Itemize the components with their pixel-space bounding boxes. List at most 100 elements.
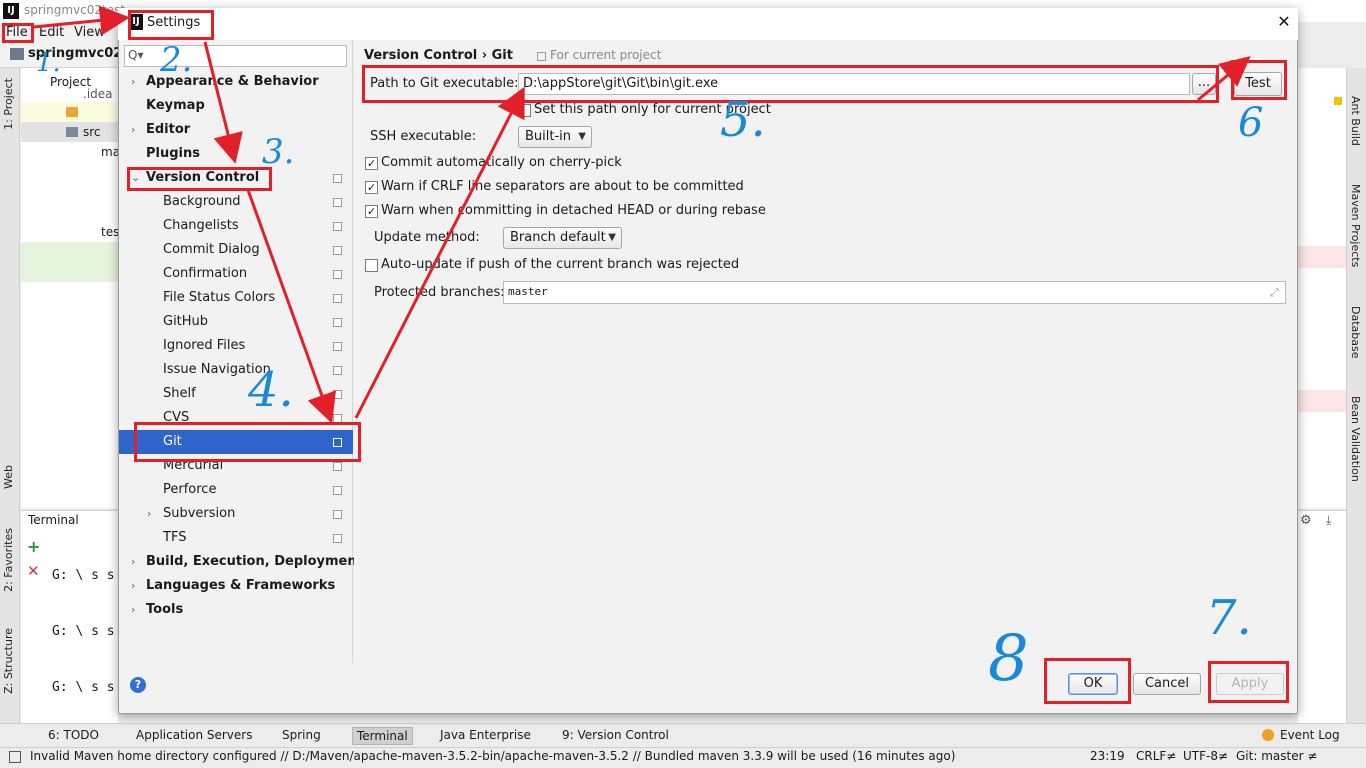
settings-search-input[interactable]	[124, 45, 347, 67]
tree-item[interactable]: ma	[21, 142, 120, 162]
status-line-separator[interactable]: CRLF≠	[1136, 749, 1176, 763]
current-project-checkbox[interactable]	[518, 104, 531, 117]
nav-build-execution[interactable]: › Build, Execution, Deployment	[119, 550, 363, 574]
auto-update-checkbox[interactable]	[365, 259, 378, 272]
nav-label: Git	[163, 434, 182, 449]
nav-vc-confirmation[interactable]: Confirmation	[119, 262, 353, 286]
tree-item[interactable]: out	[21, 102, 165, 122]
nav-plugins[interactable]: Plugins	[119, 142, 353, 166]
nav-label: Changelists	[163, 218, 239, 233]
nav-appearance-behavior[interactable]: › Appearance & Behavior	[119, 70, 353, 94]
nav-vc-subversion[interactable]: › Subversion	[119, 502, 353, 526]
terminal-line: G: \ s s	[52, 680, 115, 695]
nav-version-control[interactable]: ⌄ Version Control	[119, 166, 353, 190]
settings-gear-icon[interactable]: ⚙	[1300, 513, 1312, 528]
chevron-right-icon: ›	[131, 603, 136, 616]
tab-terminal[interactable]: Terminal	[352, 727, 413, 745]
tab-version-control[interactable]: 9: Version Control	[558, 727, 673, 745]
nav-vc-shelf[interactable]: Shelf	[119, 382, 353, 406]
tool-database-tab[interactable]: Database	[1349, 306, 1362, 359]
nav-label: Issue Navigation	[163, 362, 271, 377]
nav-vc-background[interactable]: Background	[119, 190, 353, 214]
nav-label: TFS	[163, 530, 187, 545]
tree-item[interactable]: tes	[21, 222, 119, 242]
tab-application-servers[interactable]: Application Servers	[132, 727, 256, 745]
nav-vc-commit-dialog[interactable]: Commit Dialog	[119, 238, 353, 262]
cancel-button[interactable]: Cancel	[1133, 673, 1201, 695]
close-session-icon[interactable]: ✕	[27, 562, 40, 580]
ok-button[interactable]: OK	[1068, 673, 1118, 695]
ssh-select[interactable]: Built-in ▼	[518, 126, 592, 148]
nav-vc-issue-navigation[interactable]: Issue Navigation	[119, 358, 353, 382]
tree-item[interactable]: src	[21, 122, 118, 142]
nav-label: Version Control	[146, 170, 260, 185]
tool-web-tab[interactable]: Web	[2, 465, 15, 489]
browse-button[interactable]: ...	[1192, 73, 1216, 95]
nav-label: Commit Dialog	[163, 242, 260, 257]
close-icon[interactable]: ✕	[1274, 12, 1294, 32]
nav-label: Ignored Files	[163, 338, 246, 353]
update-method-value: Branch default	[510, 230, 606, 245]
tool-project-tab[interactable]: 1: Project	[2, 78, 15, 130]
nav-vc-git[interactable]: Git	[119, 430, 353, 454]
status-message[interactable]: Invalid Maven home directory configured …	[30, 749, 955, 763]
toggle-tool-windows-icon[interactable]	[9, 751, 21, 763]
apply-button[interactable]: Apply	[1216, 673, 1284, 695]
project-scope-icon	[333, 294, 342, 303]
tool-ant-build-tab[interactable]: Ant Build	[1349, 96, 1362, 146]
update-method-select[interactable]: Branch default ▼	[503, 227, 622, 249]
nav-vc-mercurial[interactable]: Mercurial	[119, 454, 353, 478]
expand-icon[interactable]: ⤢	[1270, 286, 1279, 300]
menu-file[interactable]: File	[6, 25, 28, 40]
scope-label: For current project	[550, 48, 662, 62]
status-git-branch[interactable]: Git: master ≠	[1236, 749, 1317, 763]
new-session-icon[interactable]: +	[27, 537, 40, 556]
status-caret-position[interactable]: 23:19	[1090, 749, 1125, 763]
tool-maven-tab[interactable]: Maven Projects	[1349, 184, 1362, 267]
nav-tools[interactable]: › Tools	[119, 598, 353, 622]
nav-label: Languages & Frameworks	[146, 578, 336, 593]
nav-vc-changelists[interactable]: Changelists	[119, 214, 353, 238]
tab-todo[interactable]: 6: TODO	[44, 727, 103, 745]
cherry-pick-checkbox[interactable]: ✓	[365, 157, 378, 170]
tab-java-enterprise[interactable]: Java Enterprise	[436, 727, 535, 745]
crlf-warn-label: Warn if CRLF line separators are about t…	[381, 179, 744, 194]
tab-spring[interactable]: Spring	[278, 727, 325, 745]
nav-keymap[interactable]: Keymap	[119, 94, 353, 118]
search-icon: Q▾	[128, 48, 144, 62]
help-icon[interactable]: ?	[130, 677, 146, 693]
nav-vc-cvs[interactable]: CVS	[119, 406, 353, 430]
status-encoding[interactable]: UTF-8≠	[1183, 749, 1228, 763]
tool-bean-validation-tab[interactable]: Bean Validation	[1349, 396, 1362, 482]
nav-vc-ignored-files[interactable]: Ignored Files	[119, 334, 353, 358]
project-scope-icon	[333, 270, 342, 279]
editor-area	[1298, 68, 1346, 508]
nav-vc-file-status-colors[interactable]: File Status Colors	[119, 286, 353, 310]
nav-label: Perforce	[163, 482, 217, 497]
tab-event-log[interactable]: Event Log	[1276, 727, 1344, 745]
protected-branches-input[interactable]: master	[503, 281, 1286, 304]
nav-languages-frameworks[interactable]: › Languages & Frameworks	[119, 574, 353, 598]
hide-panel-icon[interactable]: ⤓	[1326, 513, 1331, 528]
detached-head-checkbox[interactable]: ✓	[365, 205, 378, 218]
terminal-title: Terminal	[28, 513, 79, 527]
git-path-input[interactable]: D:\appStore\git\Git\bin\git.exe	[518, 73, 1190, 95]
menu-view[interactable]: View	[74, 25, 105, 40]
project-scope-icon	[333, 390, 342, 399]
warning-marker	[1334, 97, 1342, 105]
tool-favorites-tab[interactable]: 2: Favorites	[2, 528, 15, 592]
tool-structure-tab[interactable]: Z: Structure	[2, 628, 15, 694]
nav-vc-tfs[interactable]: TFS	[119, 526, 353, 550]
test-button[interactable]: Test	[1234, 72, 1282, 96]
update-method-label: Update method:	[374, 230, 480, 245]
project-name[interactable]: springmvc02	[28, 46, 122, 61]
menu-edit[interactable]: Edit	[39, 25, 64, 40]
nav-editor[interactable]: › Editor	[119, 118, 353, 142]
crlf-warn-checkbox[interactable]: ✓	[365, 181, 378, 194]
folder-icon	[10, 48, 24, 60]
nav-vc-github[interactable]: GitHub	[119, 310, 353, 334]
nav-label: Shelf	[163, 386, 196, 401]
tree-item[interactable]: .idea	[21, 84, 118, 104]
nav-vc-perforce[interactable]: Perforce	[119, 478, 353, 502]
chevron-down-icon: ▼	[608, 232, 616, 243]
